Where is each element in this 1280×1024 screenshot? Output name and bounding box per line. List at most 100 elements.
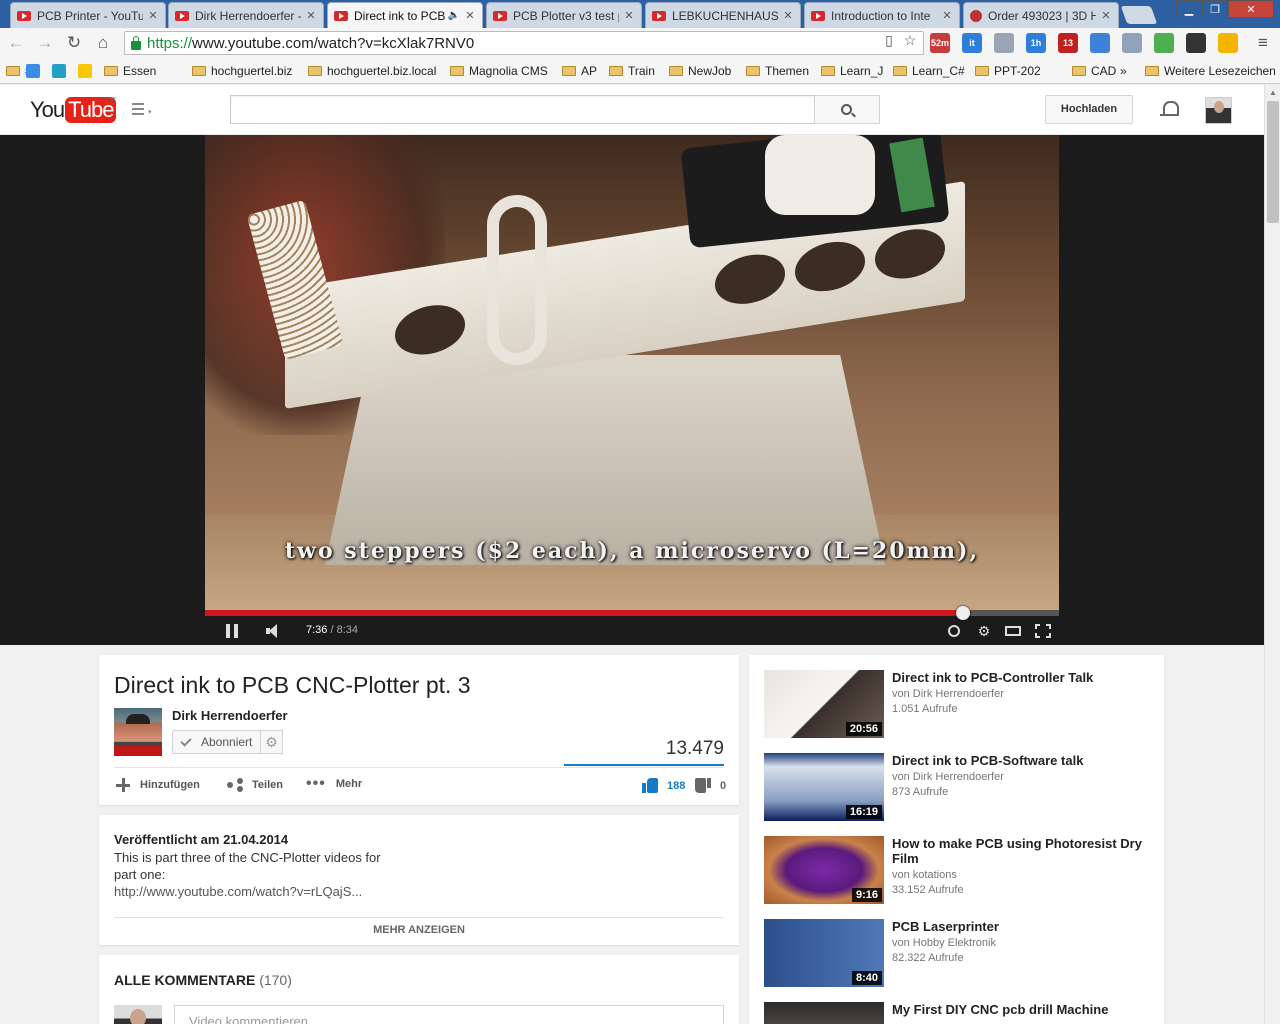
related-title[interactable]: My First DIY CNC pcb drill Machine [892,1002,1144,1017]
add-to-button[interactable]: Hinzufügen [116,778,200,792]
bookmark-folder[interactable]: Learn_J [821,62,883,80]
bookmark-folder[interactable]: Learn_C# [893,62,965,80]
bookmark-site[interactable] [26,62,45,80]
more-button[interactable]: ••• Mehr [306,776,362,792]
evernote-extension[interactable] [1154,33,1174,53]
bookmark-folder[interactable]: hochguertel.biz [192,62,292,80]
related-title[interactable]: How to make PCB using Photoresist Dry Fi… [892,836,1144,866]
browser-tab-active[interactable]: Direct ink to PCB 🔈 ✕ [327,2,483,28]
video-thumbnail[interactable]: 9:16 [764,836,884,904]
comment-input[interactable]: Video kommentieren [174,1005,724,1024]
close-icon[interactable]: ✕ [464,9,476,22]
window-close-icon[interactable]: ✕ [1228,0,1274,18]
theater-mode-icon[interactable] [1005,626,1021,636]
bookmark-star-icon[interactable]: ☆ [902,32,918,48]
pause-icon[interactable] [226,624,238,638]
bookmark-folder[interactable]: AP [562,62,597,80]
channel-name[interactable]: Dirk Herrendoerfer [172,708,288,723]
upload-button[interactable]: Hochladen [1045,95,1133,124]
description-link[interactable]: http://www.youtube.com/watch?v=rLQajS... [114,884,362,899]
video-thumbnail[interactable]: 16:19 [764,753,884,821]
traffic-extension[interactable] [1186,33,1206,53]
bookmark-folder[interactable]: Essen [104,62,156,80]
note-extension[interactable] [994,33,1014,53]
related-video-item[interactable]: 8:40 PCB Laserprinter von Hobby Elektron… [764,919,1144,989]
related-video-item[interactable]: 9:16 How to make PCB using Photoresist D… [764,836,1144,906]
tab-label: Direct ink to PCB [354,8,446,23]
bookmark-site[interactable] [78,62,97,80]
progress-scrubber[interactable] [955,606,970,620]
share-button[interactable]: Teilen [227,778,283,792]
volume-icon[interactable] [266,624,280,638]
address-bar[interactable]: https://www.youtube.com/watch?v=kcXlak7R… [124,31,924,55]
bookmark-folder[interactable]: PPT-202 [975,62,1041,80]
close-icon[interactable]: ✕ [147,9,159,22]
browser-tab[interactable]: Order 493023 | 3D H ✕ [963,2,1119,28]
bookmark-folder[interactable]: NewJob [669,62,731,80]
dislike-button[interactable]: 0 [695,778,726,793]
bookmarks-overflow-chevron-icon[interactable]: » [1120,62,1127,80]
subscribed-button[interactable]: Abonniert [172,730,261,754]
reload-icon[interactable]: ↻ [64,33,84,53]
notification-bell-icon[interactable] [1160,99,1179,119]
account-avatar[interactable] [1205,97,1232,124]
calendar-1h-extension[interactable]: 1h [1026,33,1046,53]
search-input[interactable] [230,95,815,124]
related-video-item[interactable]: 16:19 Direct ink to PCB-Software talk vo… [764,753,1144,823]
instapaper-extension[interactable]: it [962,33,982,53]
restore-icon[interactable]: ❐ [1202,0,1228,18]
video-thumbnail[interactable] [764,1002,884,1024]
bookmark-folder[interactable]: CAD [1072,62,1116,80]
forward-arrow-icon[interactable]: → [35,33,55,53]
other-bookmarks-folder[interactable]: Weitere Lesezeichen [1145,62,1276,80]
close-icon[interactable]: ✕ [305,9,317,22]
browser-tab[interactable]: PCB Plotter v3 test p ✕ [486,2,642,28]
related-title[interactable]: Direct ink to PCB-Software talk [892,753,1144,768]
calendar-52m-extension[interactable]: 52m [930,33,950,53]
subscription-settings-gear-icon[interactable]: ⚙ [260,730,283,754]
logo-you: You [30,97,65,122]
browser-tab[interactable]: LEBKUCHENHAUS C ✕ [645,2,801,28]
browser-tab[interactable]: Introduction to Inte ✕ [804,2,960,28]
close-icon[interactable]: ✕ [782,9,794,22]
browser-tab[interactable]: PCB Printer - YouTub ✕ [10,2,166,28]
bookmark-folder[interactable]: Themen [746,62,809,80]
channel-avatar[interactable] [114,708,162,756]
window-extension[interactable] [1090,33,1110,53]
guide-menu-icon[interactable]: ▾ [132,103,156,117]
close-icon[interactable]: ✕ [941,9,953,22]
watch-later-icon[interactable] [948,625,960,637]
related-video-item[interactable]: My First DIY CNC pcb drill Machine [764,1002,1144,1024]
video-thumbnail[interactable]: 20:56 [764,670,884,738]
close-icon[interactable]: ✕ [1100,9,1112,22]
home-icon[interactable]: ⌂ [93,33,113,53]
bookmark-folder[interactable]: Train [609,62,655,80]
chrome-menu-icon[interactable]: ≡ [1253,33,1273,53]
related-title[interactable]: PCB Laserprinter [892,919,1144,934]
bookmark-folder[interactable]: hochguertel.biz.local [308,62,436,80]
progress-bar[interactable] [205,606,1059,620]
minimize-icon[interactable]: ▁ [1176,0,1202,18]
video-thumbnail[interactable]: 8:40 [764,919,884,987]
fullscreen-icon[interactable] [1035,624,1051,638]
scroll-up-arrow-icon[interactable]: ▲ [1265,85,1280,101]
camera-extension[interactable] [1122,33,1142,53]
browser-tab[interactable]: Dirk Herrendoerfer - ✕ [168,2,324,28]
back-arrow-icon[interactable]: ← [6,33,26,53]
like-button[interactable]: 188 [642,778,685,793]
google-drive-extension[interactable] [1218,33,1238,53]
show-more-button[interactable]: MEHR ANZEIGEN [99,924,739,936]
page-icon[interactable]: ▯ [881,32,897,48]
related-video-item[interactable]: 20:56 Direct ink to PCB-Controller Talk … [764,670,1144,740]
new-tab-button[interactable] [1120,6,1158,24]
close-icon[interactable]: ✕ [623,9,635,22]
page-scrollbar[interactable]: ▲ [1264,85,1280,1024]
search-icon [841,104,852,115]
bookmark-site[interactable] [52,62,71,80]
bookmark-folder[interactable]: Magnolia CMS [450,62,548,80]
related-title[interactable]: Direct ink to PCB-Controller Talk [892,670,1144,685]
scrollbar-thumb[interactable] [1267,101,1279,223]
search-button[interactable] [814,95,880,124]
adblock-plus-extension[interactable]: 13 [1058,33,1078,53]
settings-gear-icon[interactable]: ⚙ [976,623,992,639]
